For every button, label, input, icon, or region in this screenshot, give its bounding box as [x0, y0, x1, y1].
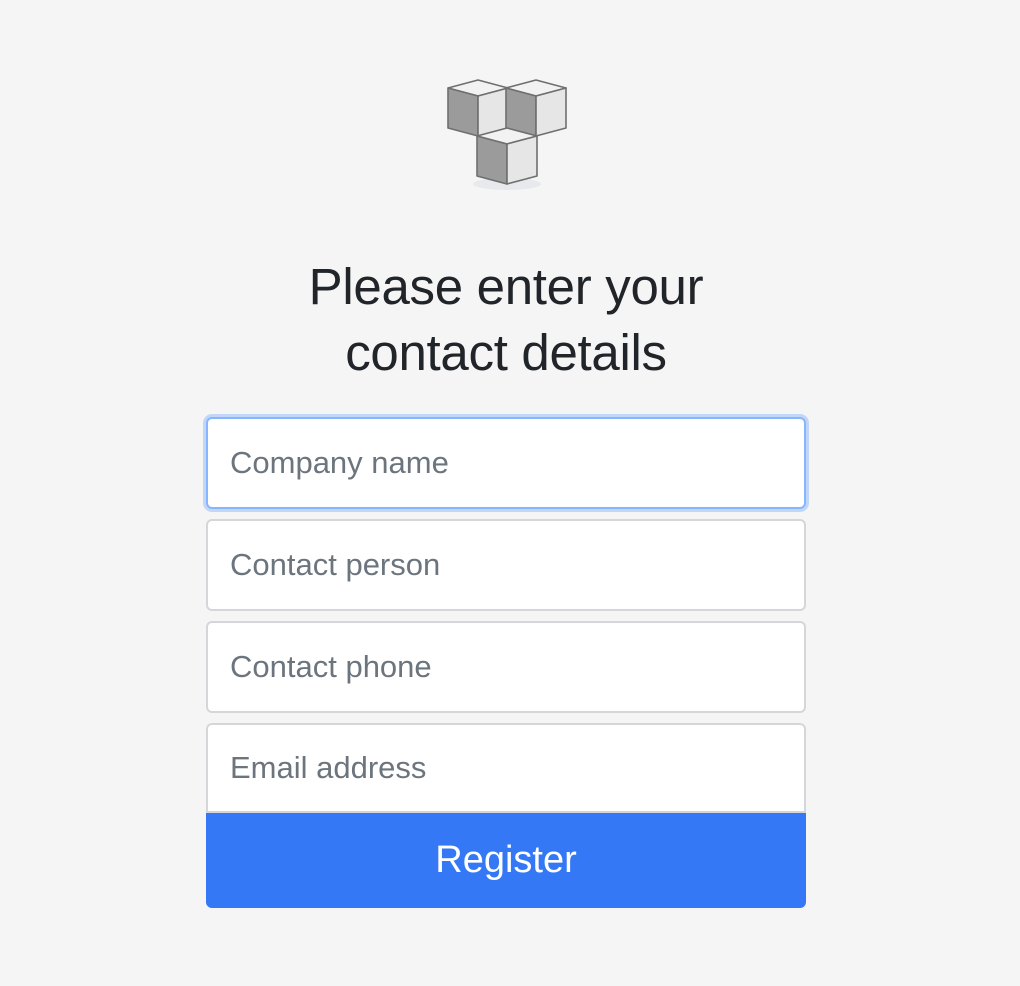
cubes-logo-icon [447, 79, 567, 190]
registration-page: Please enter your contact details Regist… [0, 0, 1020, 986]
contact-phone-input[interactable] [206, 621, 806, 713]
contact-person-input[interactable] [206, 519, 806, 611]
company-name-input[interactable] [206, 417, 806, 509]
page-title-line-1: Please enter your [308, 258, 704, 315]
contact-details-form: Register [206, 417, 806, 908]
page-title: Please enter your contact details [206, 254, 806, 386]
email-address-input[interactable] [206, 723, 806, 813]
register-button[interactable]: Register [206, 813, 806, 908]
page-title-line-2: contact details [345, 324, 667, 381]
